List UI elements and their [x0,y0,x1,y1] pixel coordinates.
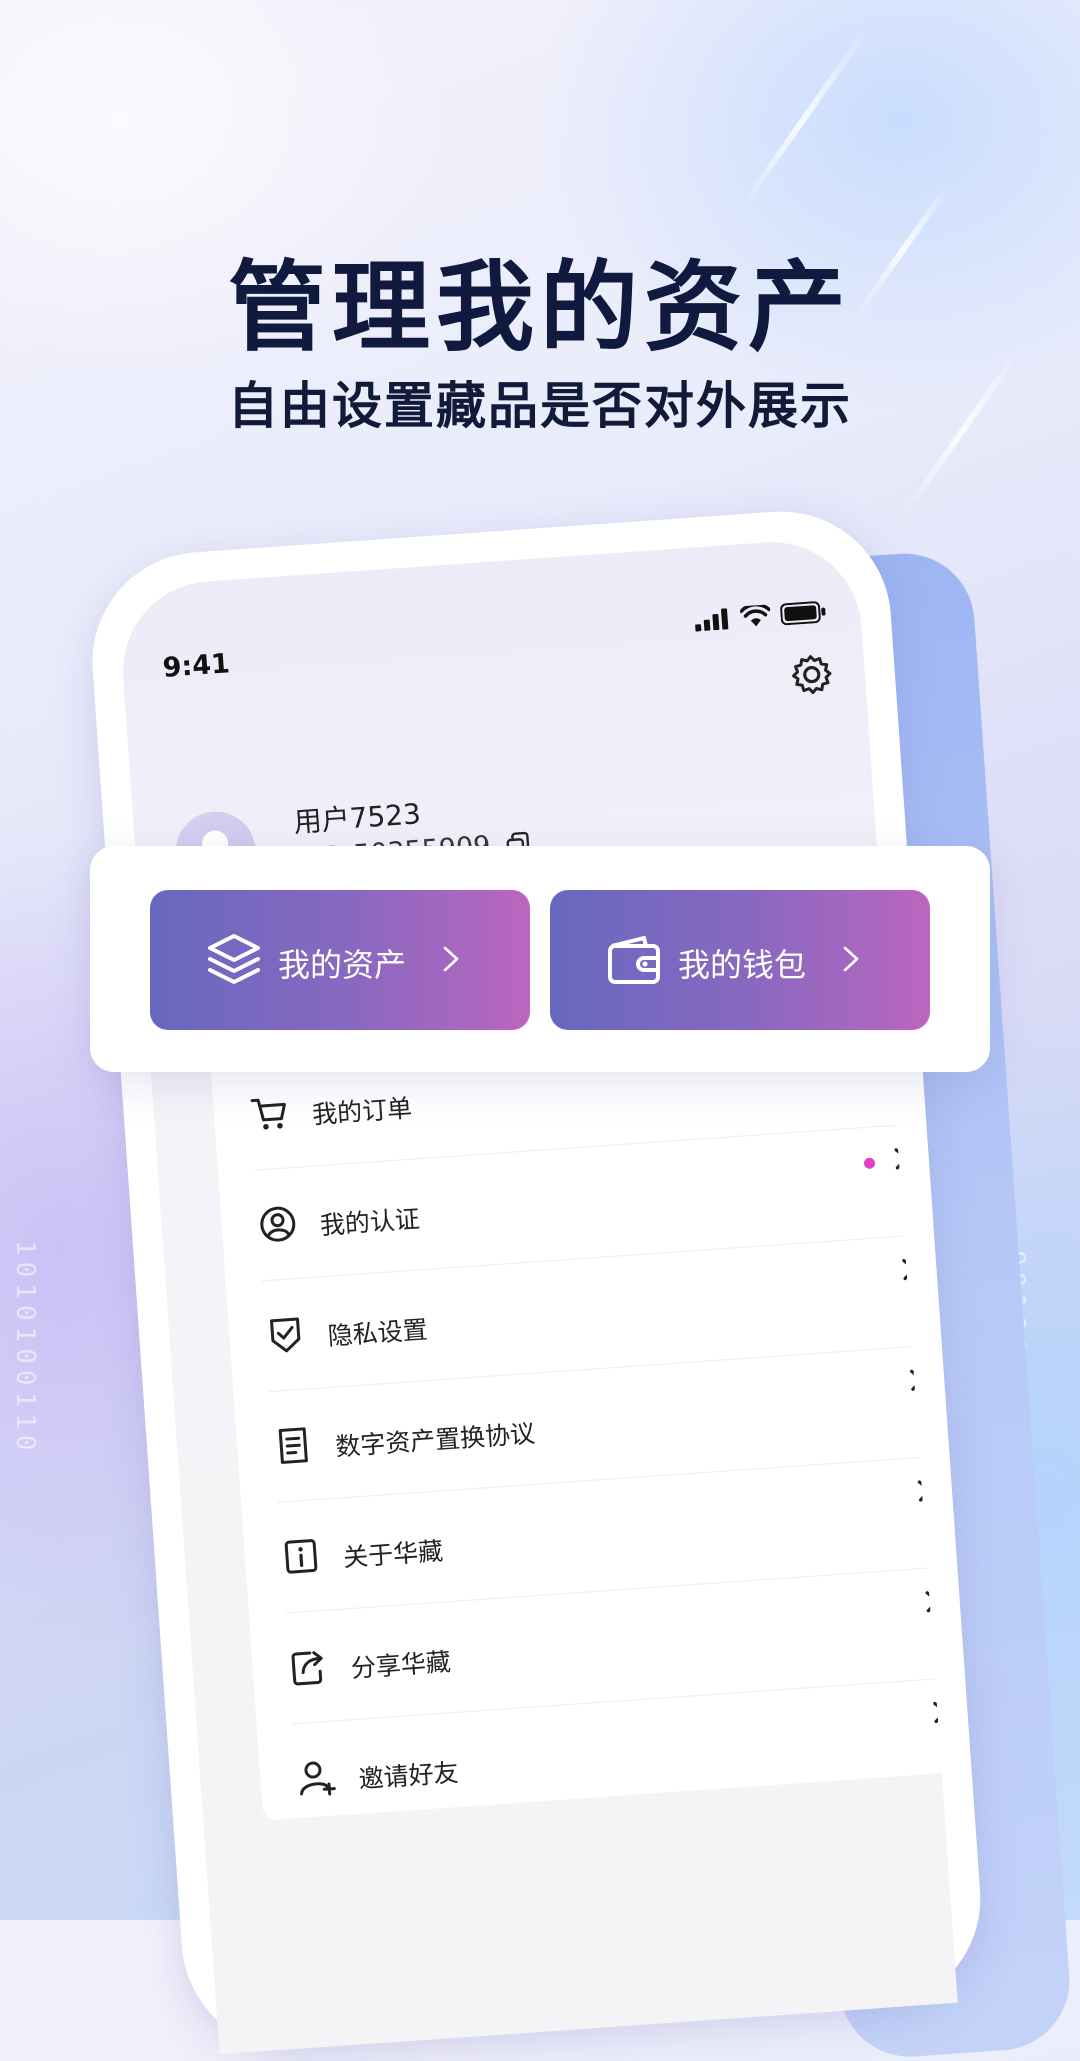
binary-decoration: 1010100110 [10,1240,40,1457]
gear-icon[interactable] [787,650,836,699]
add-user-icon [300,1761,336,1796]
wallet-icon [608,936,660,984]
notification-dot [863,1157,876,1170]
wifi-icon [739,604,771,627]
menu-item-label: 分享华藏 [349,1647,452,1684]
cart-icon [250,1098,286,1130]
user-circle-icon [260,1206,296,1242]
status-icons [694,600,827,632]
shield-check-icon [270,1317,301,1353]
promo-subheadline: 自由设置藏品是否对外展示 [228,377,852,435]
username: 用户7523 [292,797,422,840]
menu-item-label: 邀请好友 [357,1757,460,1794]
info-icon [284,1539,318,1574]
menu-list: 我的订单 我的认证 隐私设置 数字资产置换协议 关于华藏 分享华藏 邀请好友 [210,1011,958,1821]
layers-icon [208,934,260,984]
chevron-right-icon [443,946,459,972]
promo-headline: 管理我的资产 [227,251,852,365]
my-wallet-button[interactable]: 我的钱包 [550,890,930,1030]
share-icon [291,1651,323,1686]
my-assets-label: 我的资产 [278,946,407,984]
menu-item-label: 我的认证 [318,1204,421,1241]
phone-screen: 9:41 用户7523 我的订单 我的认证 隐私设置 数字资产置换协议 关于华藏… [117,536,958,2055]
signal-icon [695,608,729,632]
menu-item-label: 数字资产置换协议 [334,1418,537,1462]
status-time: 9:41 [161,648,231,684]
my-wallet-label: 我的钱包 [678,946,807,984]
chevron-right-icon [843,946,859,972]
my-assets-button[interactable]: 我的资产 [150,890,530,1030]
document-icon [278,1427,308,1464]
menu-item-label: 我的订单 [311,1093,414,1130]
battery-icon [780,601,826,626]
menu-item-label: 关于华藏 [342,1536,445,1573]
phone-mockup: 9:41 用户7523 我的订单 我的认证 隐私设置 数字资产置换协议 关于华藏… [85,504,988,2057]
quick-actions-panel: 我的资产 我的钱包 [90,846,990,1072]
menu-item-label: 隐私设置 [326,1315,429,1351]
